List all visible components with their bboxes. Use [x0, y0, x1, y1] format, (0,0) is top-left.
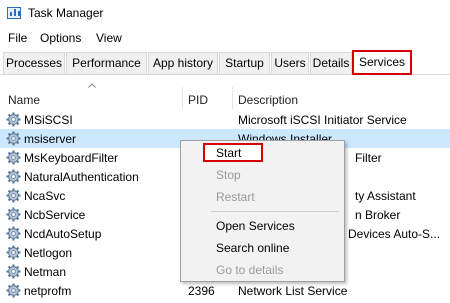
- tab-startup[interactable]: Startup: [219, 52, 270, 74]
- service-gear-icon: [6, 169, 21, 184]
- context-menu: Start Stop Restart Open Services Search …: [180, 140, 345, 282]
- window-title: Task Manager: [28, 6, 104, 20]
- service-pid: 2396: [188, 284, 215, 298]
- column-header-row: Name PID Description: [0, 75, 450, 110]
- service-gear-icon: [6, 188, 21, 203]
- service-description: ty Assistant: [355, 189, 416, 203]
- column-header-name[interactable]: Name: [8, 93, 40, 107]
- service-row[interactable]: MSiSCSI Microsoft iSCSI Initiator Servic…: [0, 110, 450, 129]
- service-name: NcdAutoSetup: [24, 227, 102, 241]
- service-gear-icon: [6, 150, 21, 165]
- task-manager-icon: [7, 7, 21, 19]
- column-header-description[interactable]: Description: [238, 93, 298, 107]
- service-gear-icon: [6, 226, 21, 241]
- tab-app-history[interactable]: App history: [148, 52, 218, 74]
- menu-item-search-online[interactable]: Search online: [216, 241, 289, 255]
- sort-caret-icon: [88, 83, 96, 88]
- menu-item-open-services[interactable]: Open Services: [216, 219, 295, 233]
- service-description: Network List Service: [238, 284, 348, 298]
- tab-services[interactable]: Services: [352, 50, 412, 75]
- column-divider[interactable]: [182, 87, 183, 109]
- service-gear-icon: [6, 283, 21, 298]
- menu-item-restart[interactable]: Restart: [216, 190, 255, 204]
- menu-view[interactable]: View: [96, 31, 122, 45]
- column-header-pid[interactable]: PID: [188, 93, 208, 107]
- service-gear-icon: [6, 112, 21, 127]
- service-gear-icon: [6, 245, 21, 260]
- menu-item-start[interactable]: Start: [216, 146, 241, 160]
- service-name: MsKeyboardFilter: [24, 151, 119, 165]
- service-description: Filter: [355, 151, 382, 165]
- menu-options[interactable]: Options: [40, 31, 81, 45]
- service-gear-icon: [6, 207, 21, 222]
- service-name: NcbService: [24, 208, 86, 222]
- tab-bar: Processes Performance App history Startu…: [0, 49, 450, 75]
- service-name: Netman: [24, 265, 67, 279]
- service-name: MSiSCSI: [24, 113, 73, 127]
- service-gear-icon: [6, 264, 21, 279]
- menu-bar: File Options View: [0, 27, 450, 49]
- service-name: msiserver: [24, 132, 77, 146]
- menu-file[interactable]: File: [8, 31, 27, 45]
- service-description: n Broker: [355, 208, 401, 222]
- service-description: Devices Auto-S...: [348, 227, 441, 241]
- service-name: NaturalAuthentication: [24, 170, 139, 184]
- tab-details[interactable]: Details: [310, 52, 352, 74]
- column-divider[interactable]: [232, 87, 233, 109]
- menu-separator: [211, 211, 339, 212]
- tab-processes[interactable]: Processes: [3, 52, 65, 74]
- service-row[interactable]: netprofm 2396 Network List Service: [0, 281, 450, 300]
- tab-users[interactable]: Users: [271, 52, 309, 74]
- service-name: NcaSvc: [24, 189, 66, 203]
- tab-performance[interactable]: Performance: [66, 52, 147, 74]
- service-gear-icon: [6, 131, 21, 146]
- service-name: netprofm: [24, 284, 72, 298]
- service-name: Netlogon: [24, 246, 73, 260]
- service-description: Microsoft iSCSI Initiator Service: [238, 113, 407, 127]
- menu-item-go-to-details[interactable]: Go to details: [216, 263, 283, 277]
- title-bar: Task Manager: [0, 0, 450, 27]
- menu-item-stop[interactable]: Stop: [216, 168, 241, 182]
